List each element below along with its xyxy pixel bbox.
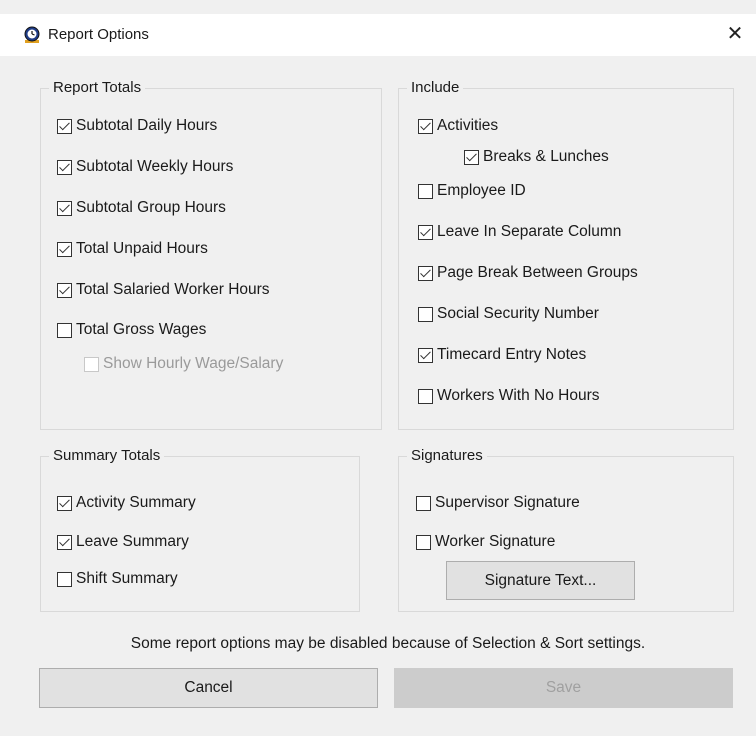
checkbox-label: Leave In Separate Column [437,223,622,240]
window-title: Report Options [48,26,149,43]
breaks-lunches-checkbox[interactable]: Breaks & Lunches [464,148,609,166]
report-totals-group: Report Totals [40,79,382,430]
employee-id-checkbox[interactable]: Employee ID [418,182,526,200]
checkbox-label: Workers With No Hours [437,387,600,404]
checkbox-label: Shift Summary [76,570,178,587]
worker-signature-checkbox[interactable]: Worker Signature [416,533,555,551]
include-group: Include [398,79,734,430]
checkbox-box[interactable] [418,306,433,322]
total-gross-wages-checkbox[interactable]: Total Gross Wages [57,321,206,339]
checkbox-box [84,356,99,372]
checkbox-label: Page Break Between Groups [437,264,638,281]
checkbox-label: Activity Summary [76,494,196,511]
summary-totals-title: Summary Totals [49,447,165,464]
report-totals-title: Report Totals [49,79,146,96]
timecard-entry-notes-checkbox[interactable]: Timecard Entry Notes [418,346,586,364]
checkbox-label: Total Salaried Worker Hours [76,281,270,298]
total-salaried-worker-hours-checkbox[interactable]: Total Salaried Worker Hours [57,281,270,299]
workers-with-no-hours-checkbox[interactable]: Workers With No Hours [418,387,600,405]
shift-summary-checkbox[interactable]: Shift Summary [57,570,178,588]
checkbox-box[interactable] [57,495,72,511]
leave-in-separate-column-checkbox[interactable]: Leave In Separate Column [418,223,621,241]
supervisor-signature-checkbox[interactable]: Supervisor Signature [416,494,580,512]
checkbox-box[interactable] [57,282,72,298]
checkbox-label: Employee ID [437,182,526,199]
checkbox-label: Breaks & Lunches [483,148,609,165]
checkbox-label: Subtotal Daily Hours [76,117,218,134]
total-unpaid-hours-checkbox[interactable]: Total Unpaid Hours [57,240,208,258]
checkbox-box[interactable] [418,183,433,199]
checkbox-box[interactable] [57,322,72,338]
subtotal-daily-hours-checkbox[interactable]: Subtotal Daily Hours [57,117,217,135]
checkbox-label: Worker Signature [435,533,556,550]
show-hourly-wage-salary-checkbox: Show Hourly Wage/Salary [84,355,283,373]
social-security-number-checkbox[interactable]: Social Security Number [418,305,599,323]
checkbox-label: Leave Summary [76,533,189,550]
checkbox-label: Social Security Number [437,305,599,322]
close-icon[interactable]: ✕ [724,22,746,46]
checkbox-box[interactable] [416,534,431,550]
checkbox-label: Subtotal Weekly Hours [76,158,234,175]
subtotal-weekly-hours-checkbox[interactable]: Subtotal Weekly Hours [57,158,233,176]
signature-text-button[interactable]: Signature Text... [446,561,635,600]
checkbox-label: Supervisor Signature [435,494,580,511]
page-break-between-groups-checkbox[interactable]: Page Break Between Groups [418,264,638,282]
title-bar: Report Options ✕ [0,14,756,56]
checkbox-label: Total Gross Wages [76,321,207,338]
cancel-button[interactable]: Cancel [39,668,378,708]
top-strip [0,0,756,14]
checkbox-box[interactable] [418,347,433,363]
checkbox-box[interactable] [418,265,433,281]
checkbox-label: Show Hourly Wage/Salary [103,355,284,372]
leave-summary-checkbox[interactable]: Leave Summary [57,533,189,551]
save-button: Save [394,668,733,708]
clock-globe-icon [24,26,40,43]
disabled-options-notice: Some report options may be disabled beca… [130,635,646,652]
checkbox-box[interactable] [57,571,72,587]
checkbox-label: Timecard Entry Notes [437,346,587,363]
checkbox-box[interactable] [464,149,479,165]
subtotal-group-hours-checkbox[interactable]: Subtotal Group Hours [57,199,226,217]
include-title: Include [407,79,464,96]
checkbox-box[interactable] [418,388,433,404]
checkbox-label: Subtotal Group Hours [76,199,226,216]
checkbox-box[interactable] [418,118,433,134]
checkbox-label: Total Unpaid Hours [76,240,208,257]
checkbox-box[interactable] [57,241,72,257]
activities-checkbox[interactable]: Activities [418,117,498,135]
checkbox-box[interactable] [418,224,433,240]
checkbox-box[interactable] [416,495,431,511]
signatures-title: Signatures [407,447,487,464]
activity-summary-checkbox[interactable]: Activity Summary [57,494,196,512]
checkbox-box[interactable] [57,534,72,550]
checkbox-box[interactable] [57,200,72,216]
checkbox-box[interactable] [57,118,72,134]
checkbox-box[interactable] [57,159,72,175]
checkbox-label: Activities [437,117,499,134]
